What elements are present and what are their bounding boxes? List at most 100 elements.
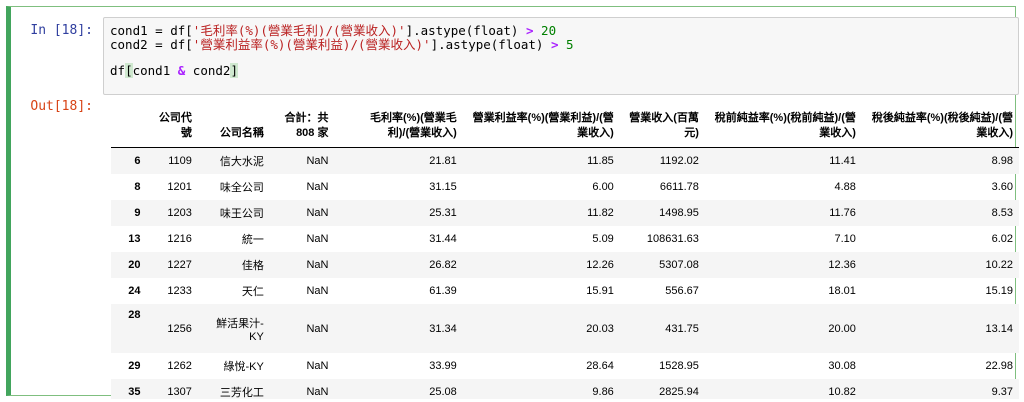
cell-operating-margin: 12.26 <box>586 259 614 271</box>
cell-name: 統一 <box>241 234 264 246</box>
column-header-gross-margin: 毛利率(%)(營業毛利)/(營業收入) <box>334 99 463 148</box>
cell-name: 味全公司 <box>219 182 264 194</box>
dataframe-output: 公司代號 公司名稱 合計：共 808 家 毛利率(%)(營業毛利)/(營業收入)… <box>103 99 1019 399</box>
cell-pretax-margin: 30.08 <box>828 360 856 372</box>
cell-gross-margin: 31.34 <box>429 322 457 335</box>
cell-operating-margin: 28.64 <box>586 360 614 372</box>
cell-total: NaN <box>306 233 329 245</box>
cell-operating-margin: 6.00 <box>592 181 614 193</box>
cell-aftertax-margin: 3.60 <box>991 181 1013 193</box>
cell-code: 1203 <box>167 207 192 219</box>
table-row: 29 1262 綠悅-KY NaN 33.99 28.64 1528.95 30… <box>111 353 1019 379</box>
cell-aftertax-margin: 8.98 <box>991 155 1013 167</box>
dataframe-table: 公司代號 公司名稱 合計：共 808 家 毛利率(%)(營業毛利)/(營業收入)… <box>111 99 1019 399</box>
code-editor[interactable]: cond1 = df['毛利率(%)(營業毛利)/(營業收入)'].astype… <box>103 17 1019 95</box>
cell-pretax-margin: 11.41 <box>829 155 856 167</box>
index-header <box>111 99 147 148</box>
cell-name: 綠悅-KY <box>223 361 264 373</box>
code-line-2: cond2 = df['營業利益率(%)(營業利益)/(營業收入)'].asty… <box>110 37 574 52</box>
cell-pretax-margin: 7.10 <box>834 233 856 245</box>
cell-total: NaN <box>306 207 329 219</box>
cell-revenue: 556.67 <box>665 285 699 297</box>
cell-code: 1256 <box>167 322 192 335</box>
table-row: 13 1216 統一 NaN 31.44 5.09 108631.63 7.10… <box>111 226 1019 252</box>
cell-pretax-margin: 10.82 <box>828 386 856 398</box>
cell-name: 天仁 <box>241 286 264 298</box>
cell-name: 佳格 <box>241 260 264 272</box>
output-prompt: Out[18]: <box>30 99 93 114</box>
row-index: 6 <box>134 155 141 167</box>
cell-gross-margin: 31.44 <box>429 233 457 245</box>
input-prompt: In [18]: <box>30 23 93 38</box>
cell-code: 1227 <box>167 259 192 271</box>
cell-total: NaN <box>306 181 329 193</box>
cell-aftertax-margin: 8.53 <box>991 207 1013 219</box>
cell-revenue: 1528.95 <box>659 360 699 372</box>
cell-code: 1307 <box>167 386 192 398</box>
cell-pretax-margin: 20.00 <box>828 322 856 335</box>
notebook-cell[interactable]: In [18]: cond1 = df['毛利率(%)(營業毛利)/(營業收入)… <box>6 6 1019 399</box>
cell-total: NaN <box>306 285 329 297</box>
cell-gross-margin: 31.15 <box>429 181 457 193</box>
table-row: 20 1227 佳格 NaN 26.82 12.26 5307.08 12.36… <box>111 252 1019 278</box>
column-header-total: 合計：共 808 家 <box>269 99 335 148</box>
table-row: 6 1109 信大水泥 NaN 21.81 11.85 1192.02 11.4… <box>111 147 1019 174</box>
table-row: 24 1233 天仁 NaN 61.39 15.91 556.67 18.01 … <box>111 278 1019 304</box>
cell-operating-margin: 20.03 <box>586 322 614 335</box>
cell-revenue: 5307.08 <box>659 259 699 271</box>
row-index: 28 <box>128 309 141 321</box>
table-row: 28 1256 鮮活果汁-KY NaN 31.34 20.03 431.75 2… <box>111 304 1019 353</box>
cell-gross-margin: 21.81 <box>429 155 457 167</box>
cell-pretax-margin: 18.01 <box>828 285 856 297</box>
cell-gross-margin: 25.08 <box>429 386 457 398</box>
row-index: 9 <box>134 207 141 219</box>
code-line-3: df[cond1 & cond2] <box>110 63 238 78</box>
cell-revenue: 1498.95 <box>659 207 699 219</box>
row-index: 8 <box>134 181 141 193</box>
cell-code: 1109 <box>168 155 192 167</box>
cell-name: 鮮活果汁-KY <box>216 317 264 343</box>
cell-operating-margin: 11.85 <box>587 155 614 167</box>
cell-total: NaN <box>306 360 329 372</box>
cell-revenue: 108631.63 <box>646 233 699 245</box>
cell-gross-margin: 26.82 <box>429 259 457 271</box>
cell-aftertax-margin: 13.14 <box>985 322 1013 335</box>
column-header-operating-margin: 營業利益率(%)(營業利益)/(營業收入) <box>462 99 620 148</box>
row-index: 29 <box>128 360 141 372</box>
column-header-pretax-margin: 稅前純益率(%)(稅前純益)/(營業收入) <box>704 99 862 148</box>
cell-gross-margin: 61.39 <box>429 285 457 297</box>
cell-operating-margin: 15.91 <box>586 285 614 297</box>
cell-aftertax-margin: 22.98 <box>985 360 1013 372</box>
cell-aftertax-margin: 10.22 <box>985 259 1013 271</box>
cell-revenue: 1192.02 <box>659 155 699 167</box>
cell-gross-margin: 25.31 <box>429 207 457 219</box>
cell-name: 味王公司 <box>219 208 264 220</box>
table-header-row: 公司代號 公司名稱 合計：共 808 家 毛利率(%)(營業毛利)/(營業收入)… <box>111 99 1019 148</box>
cell-aftertax-margin: 6.02 <box>991 233 1013 245</box>
column-header-name: 公司名稱 <box>197 99 270 148</box>
cell-revenue: 2825.94 <box>659 386 699 398</box>
table-row: 35 1307 三芳化工 NaN 25.08 9.86 2825.94 10.8… <box>111 379 1019 399</box>
table-row: 9 1203 味王公司 NaN 25.31 11.82 1498.95 11.7… <box>111 200 1019 226</box>
row-index: 20 <box>128 259 141 271</box>
cell-operating-margin: 9.86 <box>592 386 614 398</box>
cell-operating-margin: 5.09 <box>592 233 614 245</box>
cell-aftertax-margin: 9.37 <box>991 386 1013 398</box>
cell-name: 三芳化工 <box>219 387 264 399</box>
cell-revenue: 6611.78 <box>659 181 699 193</box>
cell-code: 1216 <box>167 233 192 245</box>
cell-pretax-margin: 12.36 <box>828 259 856 271</box>
cell-total: NaN <box>306 386 329 398</box>
cell-pretax-margin: 11.76 <box>829 207 856 219</box>
cell-code: 1201 <box>167 181 192 193</box>
column-header-revenue: 營業收入(百萬元) <box>619 99 705 148</box>
cell-code: 1262 <box>167 360 192 372</box>
cell-operating-margin: 11.82 <box>587 207 614 219</box>
cell-pretax-margin: 4.88 <box>834 181 856 193</box>
cell-aftertax-margin: 15.19 <box>985 285 1013 297</box>
code-line-1: cond1 = df['毛利率(%)(營業毛利)/(營業收入)'].astype… <box>110 23 557 38</box>
cell-gross-margin: 33.99 <box>429 360 457 372</box>
cell-revenue: 431.75 <box>665 322 699 335</box>
column-header-code: 公司代號 <box>146 99 198 148</box>
cell-total: NaN <box>306 155 329 167</box>
